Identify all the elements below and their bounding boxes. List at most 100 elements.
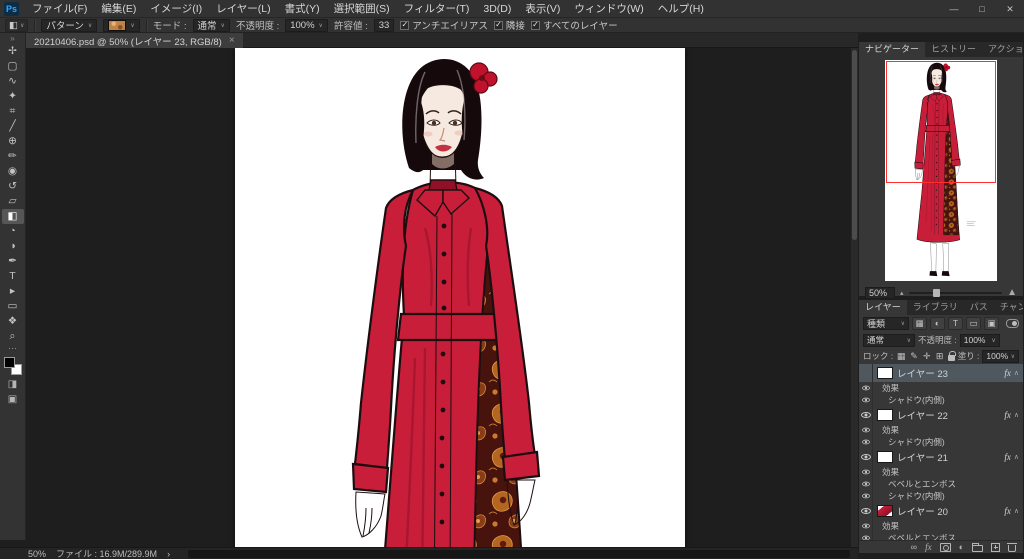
pen-tool[interactable]: ✒ (2, 254, 24, 269)
menu-window[interactable]: ウィンドウ(W) (567, 0, 650, 18)
horizontal-scrollbar[interactable] (188, 549, 850, 558)
layer-visibility-toggle[interactable] (859, 448, 873, 466)
filter-shape-icon[interactable]: ▭ (966, 317, 981, 330)
effect-row[interactable]: シャドウ(内側) (859, 490, 1023, 502)
app-logo-icon[interactable]: Ps (4, 1, 19, 16)
clone-stamp-tool[interactable]: ◉ (2, 164, 24, 179)
toolbar-collapse-icon[interactable]: » (10, 34, 14, 44)
fill-source-dropdown[interactable]: パターン ∨ (41, 18, 98, 32)
add-layer-style-icon[interactable]: fx (925, 542, 932, 552)
blend-mode-dropdown[interactable]: 通常 ∨ (863, 333, 915, 347)
new-group-icon[interactable] (972, 543, 983, 552)
effect-visibility-toggle[interactable] (859, 424, 873, 436)
layer-thumbnail[interactable] (877, 505, 893, 517)
fx-badge[interactable]: fx (1001, 368, 1014, 378)
menu-help[interactable]: ヘルプ(H) (651, 0, 711, 18)
type-tool[interactable]: T (2, 269, 24, 284)
close-tab-icon[interactable]: × (229, 35, 235, 46)
path-selection-tool[interactable]: ▸ (2, 284, 24, 299)
eyedropper-tool[interactable]: ╱ (2, 119, 24, 134)
move-tool[interactable]: ✢ (2, 44, 24, 59)
collapse-effects-icon[interactable]: ∧ (1014, 411, 1023, 419)
fx-badge[interactable]: fx (1001, 506, 1014, 516)
foreground-color-swatch[interactable] (3, 357, 15, 368)
pattern-picker[interactable]: ∨ (103, 18, 140, 32)
collapse-effects-icon[interactable]: ∧ (1014, 369, 1023, 377)
zoom-slider-thumb[interactable] (932, 288, 940, 297)
screen-mode-icon[interactable]: ▣ (8, 394, 17, 405)
effect-row[interactable]: 効果 (859, 466, 1023, 478)
vertical-scrollbar[interactable] (851, 48, 858, 547)
blur-tool[interactable]: ◔ (2, 224, 24, 239)
effect-visibility-toggle[interactable] (859, 520, 873, 532)
tab-history[interactable]: ヒストリー (925, 42, 982, 57)
filter-pixel-icon[interactable]: ▦ (912, 317, 927, 330)
navigator-thumbnail[interactable] (885, 60, 997, 281)
close-button[interactable]: ✕ (996, 0, 1024, 17)
tool-preset-button[interactable]: ◧ ∨ (5, 18, 29, 32)
tab-libraries[interactable]: ライブラリ (907, 300, 964, 315)
effect-row[interactable]: シャドウ(内側) (859, 436, 1023, 448)
layer-row[interactable]: レイヤー 23 fx ∧ (859, 364, 1023, 382)
layer-thumbnail[interactable] (877, 451, 893, 463)
tolerance-input[interactable]: 33 (373, 18, 395, 32)
effect-row[interactable]: 効果 (859, 520, 1023, 532)
lock-paint-icon[interactable]: ✎ (909, 351, 919, 362)
effect-row[interactable]: ベベルとエンボス (859, 478, 1023, 490)
effect-row[interactable]: ベベルとエンボス (859, 532, 1023, 540)
lock-all-icon[interactable] (947, 350, 957, 361)
status-zoom[interactable]: 50% (28, 549, 46, 559)
menu-image[interactable]: イメージ(I) (143, 0, 209, 18)
fx-badge[interactable]: fx (1001, 452, 1014, 462)
fx-badge[interactable]: fx (1001, 410, 1014, 420)
all-layers-checkbox[interactable]: ✓ すべてのレイヤー (530, 18, 618, 32)
navigator-view-box[interactable] (886, 61, 996, 184)
edit-toolbar-icon[interactable]: ··· (8, 344, 17, 354)
status-next-icon[interactable]: › (167, 549, 170, 559)
effect-visibility-toggle[interactable] (859, 532, 873, 540)
layer-thumbnail[interactable] (877, 367, 893, 379)
menu-layer[interactable]: レイヤー(L) (209, 0, 278, 18)
canvas-area[interactable] (26, 48, 858, 547)
history-brush-tool[interactable]: ↺ (2, 179, 24, 194)
anti-alias-checkbox[interactable]: ✓ アンチエイリアス (400, 18, 488, 32)
shape-tool[interactable]: ▭ (2, 299, 24, 314)
layer-visibility-toggle[interactable] (859, 406, 873, 424)
zoom-in-icon[interactable]: ▲ (1007, 287, 1017, 298)
tab-channels[interactable]: チャンネル (994, 300, 1023, 315)
menu-select[interactable]: 選択範囲(S) (327, 0, 397, 18)
collapse-effects-icon[interactable]: ∧ (1014, 453, 1023, 461)
crop-tool[interactable]: ⌗ (2, 104, 24, 119)
navigator-zoom-field[interactable]: 50% (865, 286, 895, 299)
layer-row[interactable]: レイヤー 21 fx ∧ (859, 448, 1023, 466)
opacity-dropdown[interactable]: 100% ∨ (285, 18, 328, 32)
tab-actions[interactable]: アクション (982, 42, 1023, 57)
artboard[interactable] (235, 48, 685, 547)
filter-adjustment-icon[interactable]: ◐ (930, 317, 945, 330)
contiguous-checkbox[interactable]: ✓ 隣接 (493, 18, 525, 32)
effect-visibility-toggle[interactable] (859, 382, 873, 394)
layer-name[interactable]: レイヤー 20 (897, 504, 1001, 518)
add-layer-mask-icon[interactable] (939, 542, 951, 552)
filter-toggle-icon[interactable] (1006, 319, 1019, 328)
menu-3d[interactable]: 3D(D) (476, 0, 518, 18)
filter-smart-object-icon[interactable]: ▣ (984, 317, 999, 330)
delete-layer-icon[interactable] (1007, 543, 1017, 552)
tab-navigator[interactable]: ナビゲーター (859, 42, 926, 57)
paint-bucket-tool[interactable]: ◧ (1, 209, 24, 224)
tab-paths[interactable]: パス (964, 300, 994, 315)
eraser-tool[interactable]: ▱ (2, 194, 24, 209)
layer-row[interactable]: レイヤー 20 fx ∧ (859, 502, 1023, 520)
fill-dropdown[interactable]: 100% ∨ (982, 349, 1019, 363)
document-tab[interactable]: 20210406.psd @ 50% (レイヤー 23, RGB/8) × (26, 33, 243, 48)
link-layers-icon[interactable]: ∞ (911, 542, 917, 552)
menu-edit[interactable]: 編集(E) (94, 0, 143, 18)
layer-visibility-toggle[interactable] (859, 364, 873, 382)
lock-artboard-icon[interactable]: ⊞ (935, 351, 945, 362)
zoom-out-icon[interactable]: ▴ (900, 289, 904, 297)
scrollbar-thumb[interactable] (852, 50, 857, 240)
menu-view[interactable]: 表示(V) (518, 0, 567, 18)
layer-name[interactable]: レイヤー 23 (897, 366, 1001, 380)
effect-row[interactable]: 効果 (859, 424, 1023, 436)
effect-visibility-toggle[interactable] (859, 490, 873, 502)
